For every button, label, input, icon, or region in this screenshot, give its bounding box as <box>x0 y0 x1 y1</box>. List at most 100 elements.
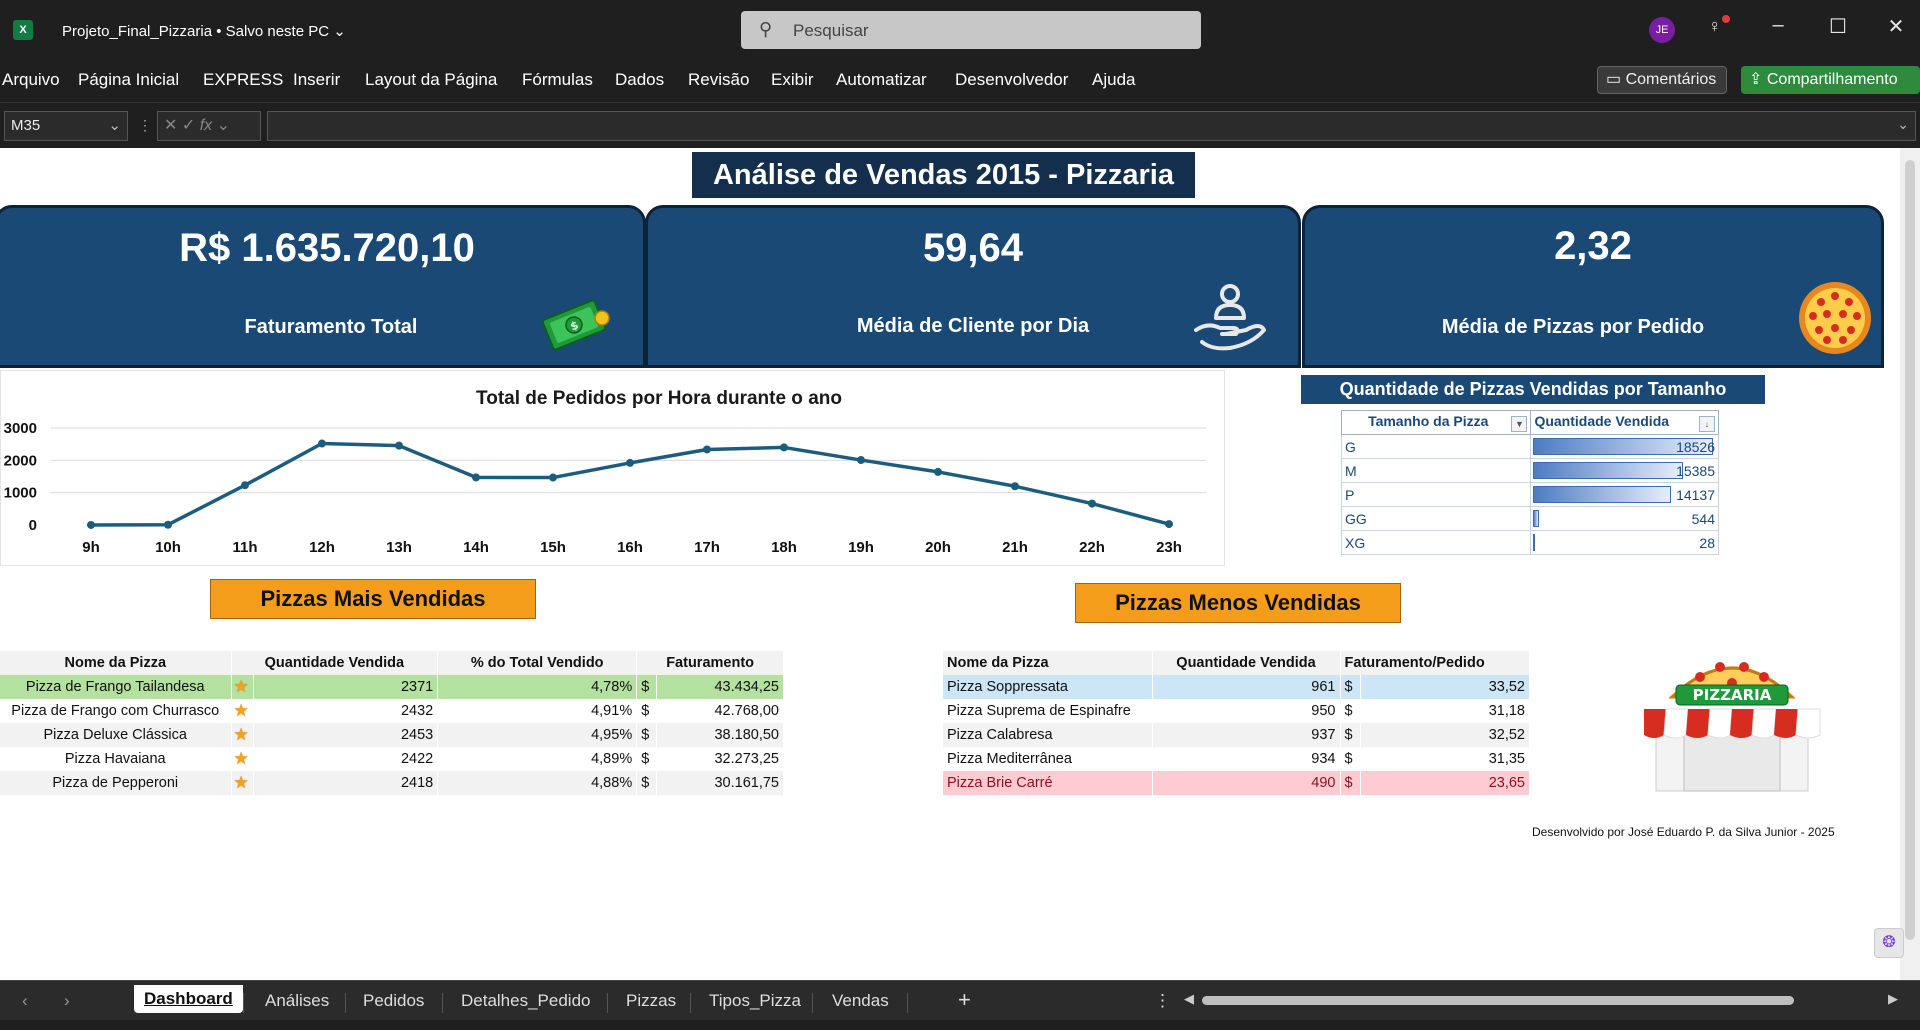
table-row[interactable]: Pizza Brie Carré 490 $23,65 <box>943 771 1530 795</box>
qty-header[interactable]: Quantidade Vendida ↓ <box>1530 410 1719 435</box>
menu-layout[interactable]: Layout da Página <box>365 70 497 90</box>
qty-value: 490 <box>1152 771 1341 795</box>
table-row[interactable]: Pizza Soppressata 961 $33,52 <box>943 675 1530 699</box>
scrollbar-thumb[interactable] <box>1202 996 1794 1005</box>
x-tick-label: 12h <box>309 539 335 556</box>
revenue-value: 31,18 <box>1360 699 1530 723</box>
title-bar: X Projeto_Final_Pizzaria • Salvo neste P… <box>0 0 1920 60</box>
shop-sign-text: PIZZARIA <box>1693 686 1772 704</box>
menu-desenvolvedor[interactable]: Desenvolvedor <box>955 70 1068 90</box>
scroll-right-icon[interactable]: ▶ <box>1888 991 1898 1007</box>
tab-pedidos[interactable]: Pedidos <box>363 991 424 1011</box>
user-avatar[interactable]: JE <box>1649 17 1675 43</box>
close-icon[interactable]: ✕ <box>1876 14 1916 39</box>
menu-formulas[interactable]: Fórmulas <box>522 70 593 90</box>
table-row[interactable]: Pizza Mediterrânea 934 $31,35 <box>943 747 1530 771</box>
y-tick-label: 0 <box>29 517 37 534</box>
size-row[interactable]: XG 28 <box>1340 530 1719 555</box>
pizza-name: Pizza de Pepperoni <box>0 771 232 795</box>
maximize-icon[interactable]: ☐ <box>1818 14 1858 39</box>
menu-inserir[interactable]: Inserir <box>293 70 340 90</box>
data-point <box>1165 520 1173 529</box>
enter-icon[interactable]: ✓ <box>182 117 195 134</box>
document-title[interactable]: Projeto_Final_Pizzaria • Salvo neste PC … <box>62 22 346 40</box>
filter-dropdown-icon[interactable]: ▼ <box>1511 416 1528 432</box>
dashboard-title: Análise de Vendas 2015 - Pizzaria <box>692 152 1195 198</box>
tab-analises[interactable]: Análises <box>265 991 329 1011</box>
col-qty: Quantidade Vendida <box>1152 651 1341 675</box>
star-icon: ★ <box>231 747 254 771</box>
add-sheet-button[interactable]: + <box>958 987 971 1013</box>
formula-input[interactable]: ⌄ <box>267 111 1916 141</box>
tab-vendas[interactable]: Vendas <box>832 991 889 1011</box>
minimize-icon[interactable]: – <box>1758 14 1798 37</box>
top-pizzas-table[interactable]: Nome da Pizza Quantidade Vendida % do To… <box>0 651 784 795</box>
qty-cell: 28 <box>1530 530 1719 555</box>
menu-revisao[interactable]: Revisão <box>688 70 749 90</box>
y-tick-label: 3000 <box>4 420 37 437</box>
comments-button[interactable]: ▭ Comentários <box>1597 66 1727 94</box>
menu-automatizar[interactable]: Automatizar <box>836 70 927 90</box>
table-row[interactable]: Pizza Suprema de Espinafre 950 $31,18 <box>943 699 1530 723</box>
menu-pagina-inicial[interactable]: Página Inicial <box>78 70 179 90</box>
menu-exibir[interactable]: Exibir <box>771 70 814 90</box>
table-row[interactable]: Pizza de Frango Tailandesa ★ 2371 4,78% $43.… <box>0 675 784 699</box>
qty-value: 15385 <box>1676 462 1715 479</box>
star-icon: ★ <box>231 699 254 723</box>
menu-express[interactable]: EXPRESS <box>203 70 283 90</box>
table-row[interactable]: Pizza Deluxe Clássica ★ 2453 4,95% $38.180,5… <box>0 723 784 747</box>
data-point <box>857 456 865 465</box>
size-row[interactable]: M 15385 <box>1340 458 1719 483</box>
excel-logo-icon: X <box>13 20 33 40</box>
name-box[interactable]: M35 ⌄ <box>4 111 128 141</box>
series-line <box>90 441 1170 527</box>
fx-icon[interactable]: fx <box>200 117 212 134</box>
data-point <box>934 467 942 476</box>
low-pizzas-table[interactable]: Nome da Pizza Quantidade Vendida Faturam… <box>943 651 1530 795</box>
menu-dados[interactable]: Dados <box>615 70 664 90</box>
size-row[interactable]: GG 544 <box>1340 506 1719 531</box>
menu-arquivo[interactable]: Arquivo <box>2 70 60 90</box>
share-icon: ⇪ <box>1749 71 1763 88</box>
scrollbar-thumb[interactable] <box>1905 160 1915 940</box>
search-box[interactable]: ⚲ Pesquisar <box>741 11 1201 49</box>
tab-dashboard[interactable]: Dashboard <box>134 985 243 1013</box>
more-tabs-icon[interactable]: ⋮ <box>1154 991 1171 1011</box>
menu-ajuda[interactable]: Ajuda <box>1092 70 1135 90</box>
data-point <box>1088 499 1096 508</box>
size-row[interactable]: P 14137 <box>1340 482 1719 507</box>
size-header[interactable]: Tamanho da Pizza ▼ <box>1340 410 1532 435</box>
table-row[interactable]: Pizza de Pepperoni ★ 2418 4,88% $30.161,75 <box>0 771 784 795</box>
currency-symbol: $ <box>1340 771 1361 795</box>
horizontal-scrollbar[interactable]: ◀ ▶ <box>1184 990 1900 1010</box>
next-sheet-icon[interactable]: › <box>64 991 70 1011</box>
sort-desc-icon[interactable]: ↓ <box>1699 416 1715 432</box>
revenue-value: 33,52 <box>1360 675 1530 699</box>
star-icon: ★ <box>231 675 254 699</box>
chevron-down-icon: ⌄ <box>216 117 231 134</box>
table-row[interactable]: Pizza Havaiana ★ 2422 4,89% $32.273,25 <box>0 747 784 771</box>
x-tick-label: 19h <box>848 539 874 556</box>
tab-tipos-pizza[interactable]: Tipos_Pizza <box>709 991 801 1011</box>
more-options-icon[interactable]: ⋮ <box>138 117 152 134</box>
lightbulb-icon[interactable]: ♀ <box>1708 16 1722 37</box>
table-row[interactable]: Pizza Calabresa 937 $32,52 <box>943 723 1530 747</box>
copilot-icon[interactable]: ❂ <box>1874 928 1904 958</box>
prev-sheet-icon[interactable]: ‹ <box>22 991 28 1011</box>
vertical-scrollbar[interactable] <box>1900 148 1920 980</box>
x-tick-label: 20h <box>925 539 951 556</box>
table-row[interactable]: Pizza de Frango com Churrasco ★ 2432 4,91% $… <box>0 699 784 723</box>
expand-icon[interactable]: ⌄ <box>1897 116 1909 133</box>
data-point <box>472 473 480 482</box>
tab-separator <box>607 993 608 1013</box>
size-row[interactable]: G 18526 <box>1340 434 1719 459</box>
tab-detalhes-pedido[interactable]: Detalhes_Pedido <box>461 991 590 1011</box>
cancel-icon[interactable]: ✕ <box>164 117 177 134</box>
share-button[interactable]: ⇪ Compartilhamento <box>1741 66 1920 94</box>
tab-pizzas[interactable]: Pizzas <box>626 991 676 1011</box>
x-tick-label: 16h <box>617 539 643 556</box>
orders-by-hour-chart[interactable]: Total de Pedidos por Hora durante o ano … <box>0 370 1225 566</box>
size-pivot-table[interactable]: Tamanho da Pizza ▼ Quantidade Vendida ↓ G 1… <box>1340 410 1719 555</box>
scroll-left-icon[interactable]: ◀ <box>1184 991 1194 1007</box>
tab-separator <box>442 993 443 1013</box>
